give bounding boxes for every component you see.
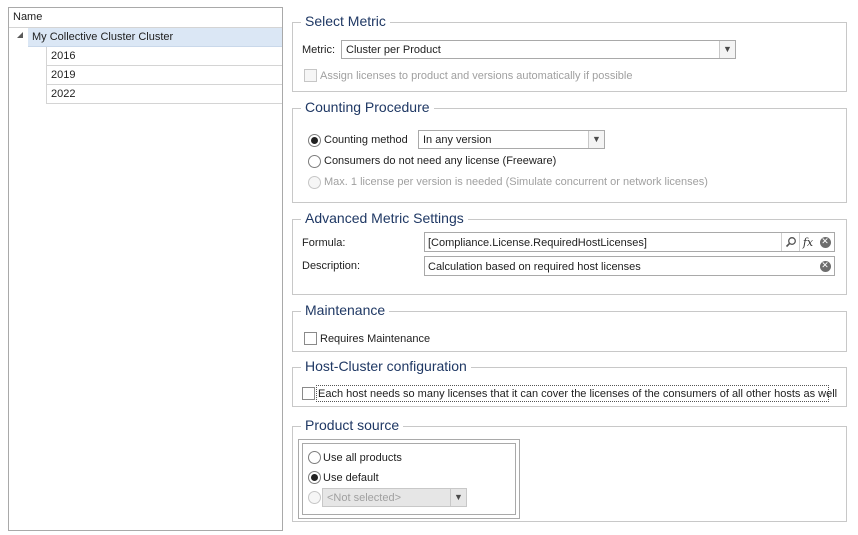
assign-licenses-label: Assign licenses to product and versions … (320, 70, 633, 82)
description-field[interactable]: Calculation based on required host licen… (424, 256, 835, 276)
advanced-metric-title: Advanced Metric Settings (301, 210, 468, 226)
product-source-dropdown[interactable]: <Not selected> ▼ (322, 488, 467, 507)
fx-icon-glyph: fx (802, 235, 814, 249)
formula-value: [Compliance.License.RequiredHostLicenses… (428, 237, 647, 249)
max-license-radio[interactable] (308, 176, 321, 189)
metric-dropdown[interactable]: Cluster per Product ▼ (341, 40, 736, 59)
tree-panel: Name My Collective Cluster Cluster 2016 … (8, 7, 283, 531)
description-label: Description: (302, 260, 361, 272)
product-source-dropdown-value: <Not selected> (327, 492, 401, 504)
metric-label: Metric: (302, 44, 335, 56)
chevron-down-icon: ▼ (723, 44, 732, 54)
fx-icon[interactable]: fx (800, 234, 816, 250)
clear-icon[interactable]: ✕ (817, 234, 833, 250)
product-source-title: Product source (301, 417, 404, 433)
formula-field[interactable]: [Compliance.License.RequiredHostLicenses… (424, 232, 835, 252)
freeware-radio[interactable] (308, 155, 321, 168)
counting-method-dropdown-button[interactable]: ▼ (588, 131, 604, 148)
search-icon[interactable] (783, 234, 799, 250)
clear-icon-glyph: ✕ (819, 236, 831, 248)
maintenance-title: Maintenance (301, 302, 390, 318)
chevron-down-icon: ▼ (454, 492, 463, 502)
each-host-label: Each host needs so many licenses that it… (318, 388, 838, 400)
chevron-down-icon: ▼ (592, 134, 601, 144)
clear-icon[interactable]: ✕ (817, 258, 833, 274)
host-cluster-title: Host-Cluster configuration (301, 358, 471, 374)
counting-method-value: In any version (423, 134, 492, 146)
requires-maintenance-checkbox[interactable] (304, 332, 317, 345)
use-default-radio[interactable] (308, 471, 321, 484)
select-metric-title: Select Metric (301, 13, 390, 29)
tree-node-root-label[interactable]: My Collective Cluster Cluster (28, 28, 282, 47)
tree-node-2019[interactable]: 2019 (46, 66, 282, 85)
tree-node-2016[interactable]: 2016 (46, 47, 282, 66)
clear-icon-glyph: ✕ (819, 260, 831, 272)
max-license-label: Max. 1 license per version is needed (Si… (324, 176, 708, 188)
metric-dropdown-value: Cluster per Product (346, 44, 441, 56)
each-host-checkbox[interactable] (302, 387, 315, 400)
formula-separator (781, 233, 782, 251)
assign-licenses-checkbox[interactable] (304, 69, 317, 82)
requires-maintenance-label: Requires Maintenance (320, 333, 431, 345)
custom-product-radio[interactable] (308, 491, 321, 504)
tree-expander-icon[interactable] (17, 32, 23, 38)
product-source-dropdown-button[interactable]: ▼ (450, 489, 466, 506)
tree-column-header-name[interactable]: Name (9, 8, 282, 28)
metric-dropdown-button[interactable]: ▼ (719, 41, 735, 58)
counting-method-label: Counting method (324, 134, 408, 146)
use-all-products-label: Use all products (323, 452, 402, 464)
tree-node-2022[interactable]: 2022 (46, 85, 282, 104)
formula-label: Formula: (302, 237, 346, 249)
use-all-products-radio[interactable] (308, 451, 321, 464)
freeware-label: Consumers do not need any license (Freew… (324, 155, 557, 167)
counting-method-dropdown[interactable]: In any version ▼ (418, 130, 605, 149)
use-default-label: Use default (323, 472, 379, 484)
description-value: Calculation based on required host licen… (428, 261, 641, 273)
tree-node-root[interactable]: My Collective Cluster Cluster (9, 28, 282, 47)
counting-method-radio[interactable] (308, 134, 321, 147)
counting-procedure-title: Counting Procedure (301, 99, 434, 115)
